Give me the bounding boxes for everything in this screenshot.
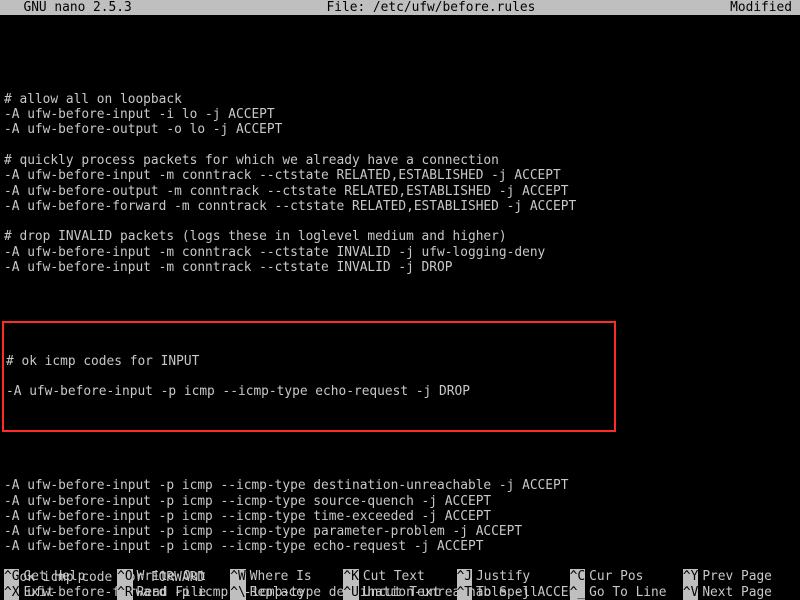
shortcut-label: Write Out [137,569,207,584]
editor-line: -A ufw-before-input -p icmp --icmp-type … [4,539,796,554]
shortcut-label: Where Is [250,569,312,584]
editor-line [4,46,796,61]
editor-area[interactable]: # allow all on loopback-A ufw-before-inp… [0,15,800,600]
shortcut-label: Prev Page [702,569,772,584]
editor-line: -A ufw-before-forward -m conntrack --cts… [4,199,796,214]
shortcut-key: ^_ [570,585,585,600]
shortcut-uncut-text[interactable]: ^U Uncut Text [343,585,456,600]
highlighted-block: # ok icmp codes for INPUT -A ufw-before-… [2,321,616,432]
shortcut-key: ^J [457,569,472,584]
editor-line: -A ufw-before-input -m conntrack --ctsta… [4,260,796,275]
file-path: File: /etc/ufw/before.rules [132,0,730,15]
shortcut-bar: ^G Get Help ^O Write Out ^W Where Is ^K Cut Tex… [0,569,800,600]
shortcut-label: Uncut Text [363,585,440,600]
shortcut-row-1: ^G Get Help ^O Write Out ^W Where Is ^K Cut Tex… [4,569,796,584]
app-name: GNU nano 2.5.3 [8,0,132,15]
editor-line [4,463,796,478]
shortcut-label: Read File [137,585,207,600]
highlight-line: # ok icmp codes for INPUT [6,354,614,369]
editor-line [4,61,796,76]
shortcut-label: Get Help [23,569,85,584]
editor-line: # allow all on loopback [4,92,796,107]
shortcut-cur-pos[interactable]: ^C Cur Pos [570,569,683,584]
shortcut-row-2: ^X Exit ^R Read File ^\ Replace ^U Uncut Text ^T… [4,585,796,600]
editor-line: # quickly process packets for which we a… [4,153,796,168]
shortcut-label: Cut Text [363,569,425,584]
shortcut-key: ^U [343,585,358,600]
shortcut-to-spell[interactable]: ^T To Spell [457,585,570,600]
shortcut-key: ^G [4,569,19,584]
editor-line [4,138,796,153]
shortcut-label: To Spell [476,585,538,600]
shortcut-label: Justify [476,569,530,584]
shortcut-label: Exit [23,585,54,600]
shortcut-justify[interactable]: ^J Justify [457,569,570,584]
editor-line: -A ufw-before-output -o lo -j ACCEPT [4,122,796,137]
shortcut-replace[interactable]: ^\ Replace [230,585,343,600]
shortcut-key: ^O [117,569,132,584]
editor-line: -A ufw-before-output -m conntrack --ctst… [4,184,796,199]
editor-line: # drop INVALID packets (logs these in lo… [4,229,796,244]
editor-line [4,76,796,91]
editor-line [4,555,796,570]
shortcut-key: ^K [343,569,358,584]
shortcut-label: Cur Pos [589,569,643,584]
shortcut-prev-page[interactable]: ^Y Prev Page [683,569,796,584]
titlebar: GNU nano 2.5.3 File: /etc/ufw/before.rul… [0,0,800,15]
highlight-line [6,369,614,384]
shortcut-write-out[interactable]: ^O Write Out [117,569,230,584]
editor-line: -A ufw-before-input -m conntrack --ctsta… [4,245,796,260]
shortcut-label: Next Page [702,585,772,600]
modified-status: Modified [730,0,792,15]
editor-line [4,275,796,290]
shortcut-label: Go To Line [589,585,666,600]
shortcut-next-page[interactable]: ^V Next Page [683,585,796,600]
editor-line: -A ufw-before-input -p icmp --icmp-type … [4,494,796,509]
shortcut-key: ^C [570,569,585,584]
editor-line: -A ufw-before-input -i lo -j ACCEPT [4,107,796,122]
shortcut-key: ^Y [683,569,698,584]
shortcut-key: ^W [230,569,245,584]
shortcut-cut-text[interactable]: ^K Cut Text [343,569,456,584]
shortcut-exit[interactable]: ^X Exit [4,585,117,600]
editor-line [4,214,796,229]
shortcut-key: ^R [117,585,132,600]
shortcut-key: ^\ [230,585,245,600]
shortcut-where-is[interactable]: ^W Where Is [230,569,343,584]
editor-line: -A ufw-before-input -p icmp --icmp-type … [4,509,796,524]
editor-line: -A ufw-before-input -m conntrack --ctsta… [4,168,796,183]
shortcut-key: ^V [683,585,698,600]
editor-line: -A ufw-before-input -p icmp --icmp-type … [4,524,796,539]
shortcut-key: ^X [4,585,19,600]
editor-line: -A ufw-before-input -p icmp --icmp-type … [4,478,796,493]
shortcut-key: ^T [457,585,472,600]
shortcut-read-file[interactable]: ^R Read File [117,585,230,600]
shortcut-go-to-line[interactable]: ^_ Go To Line [570,585,683,600]
shortcut-label: Replace [250,585,304,600]
shortcut-get-help[interactable]: ^G Get Help [4,569,117,584]
highlight-line: -A ufw-before-input -p icmp --icmp-type … [6,384,614,399]
